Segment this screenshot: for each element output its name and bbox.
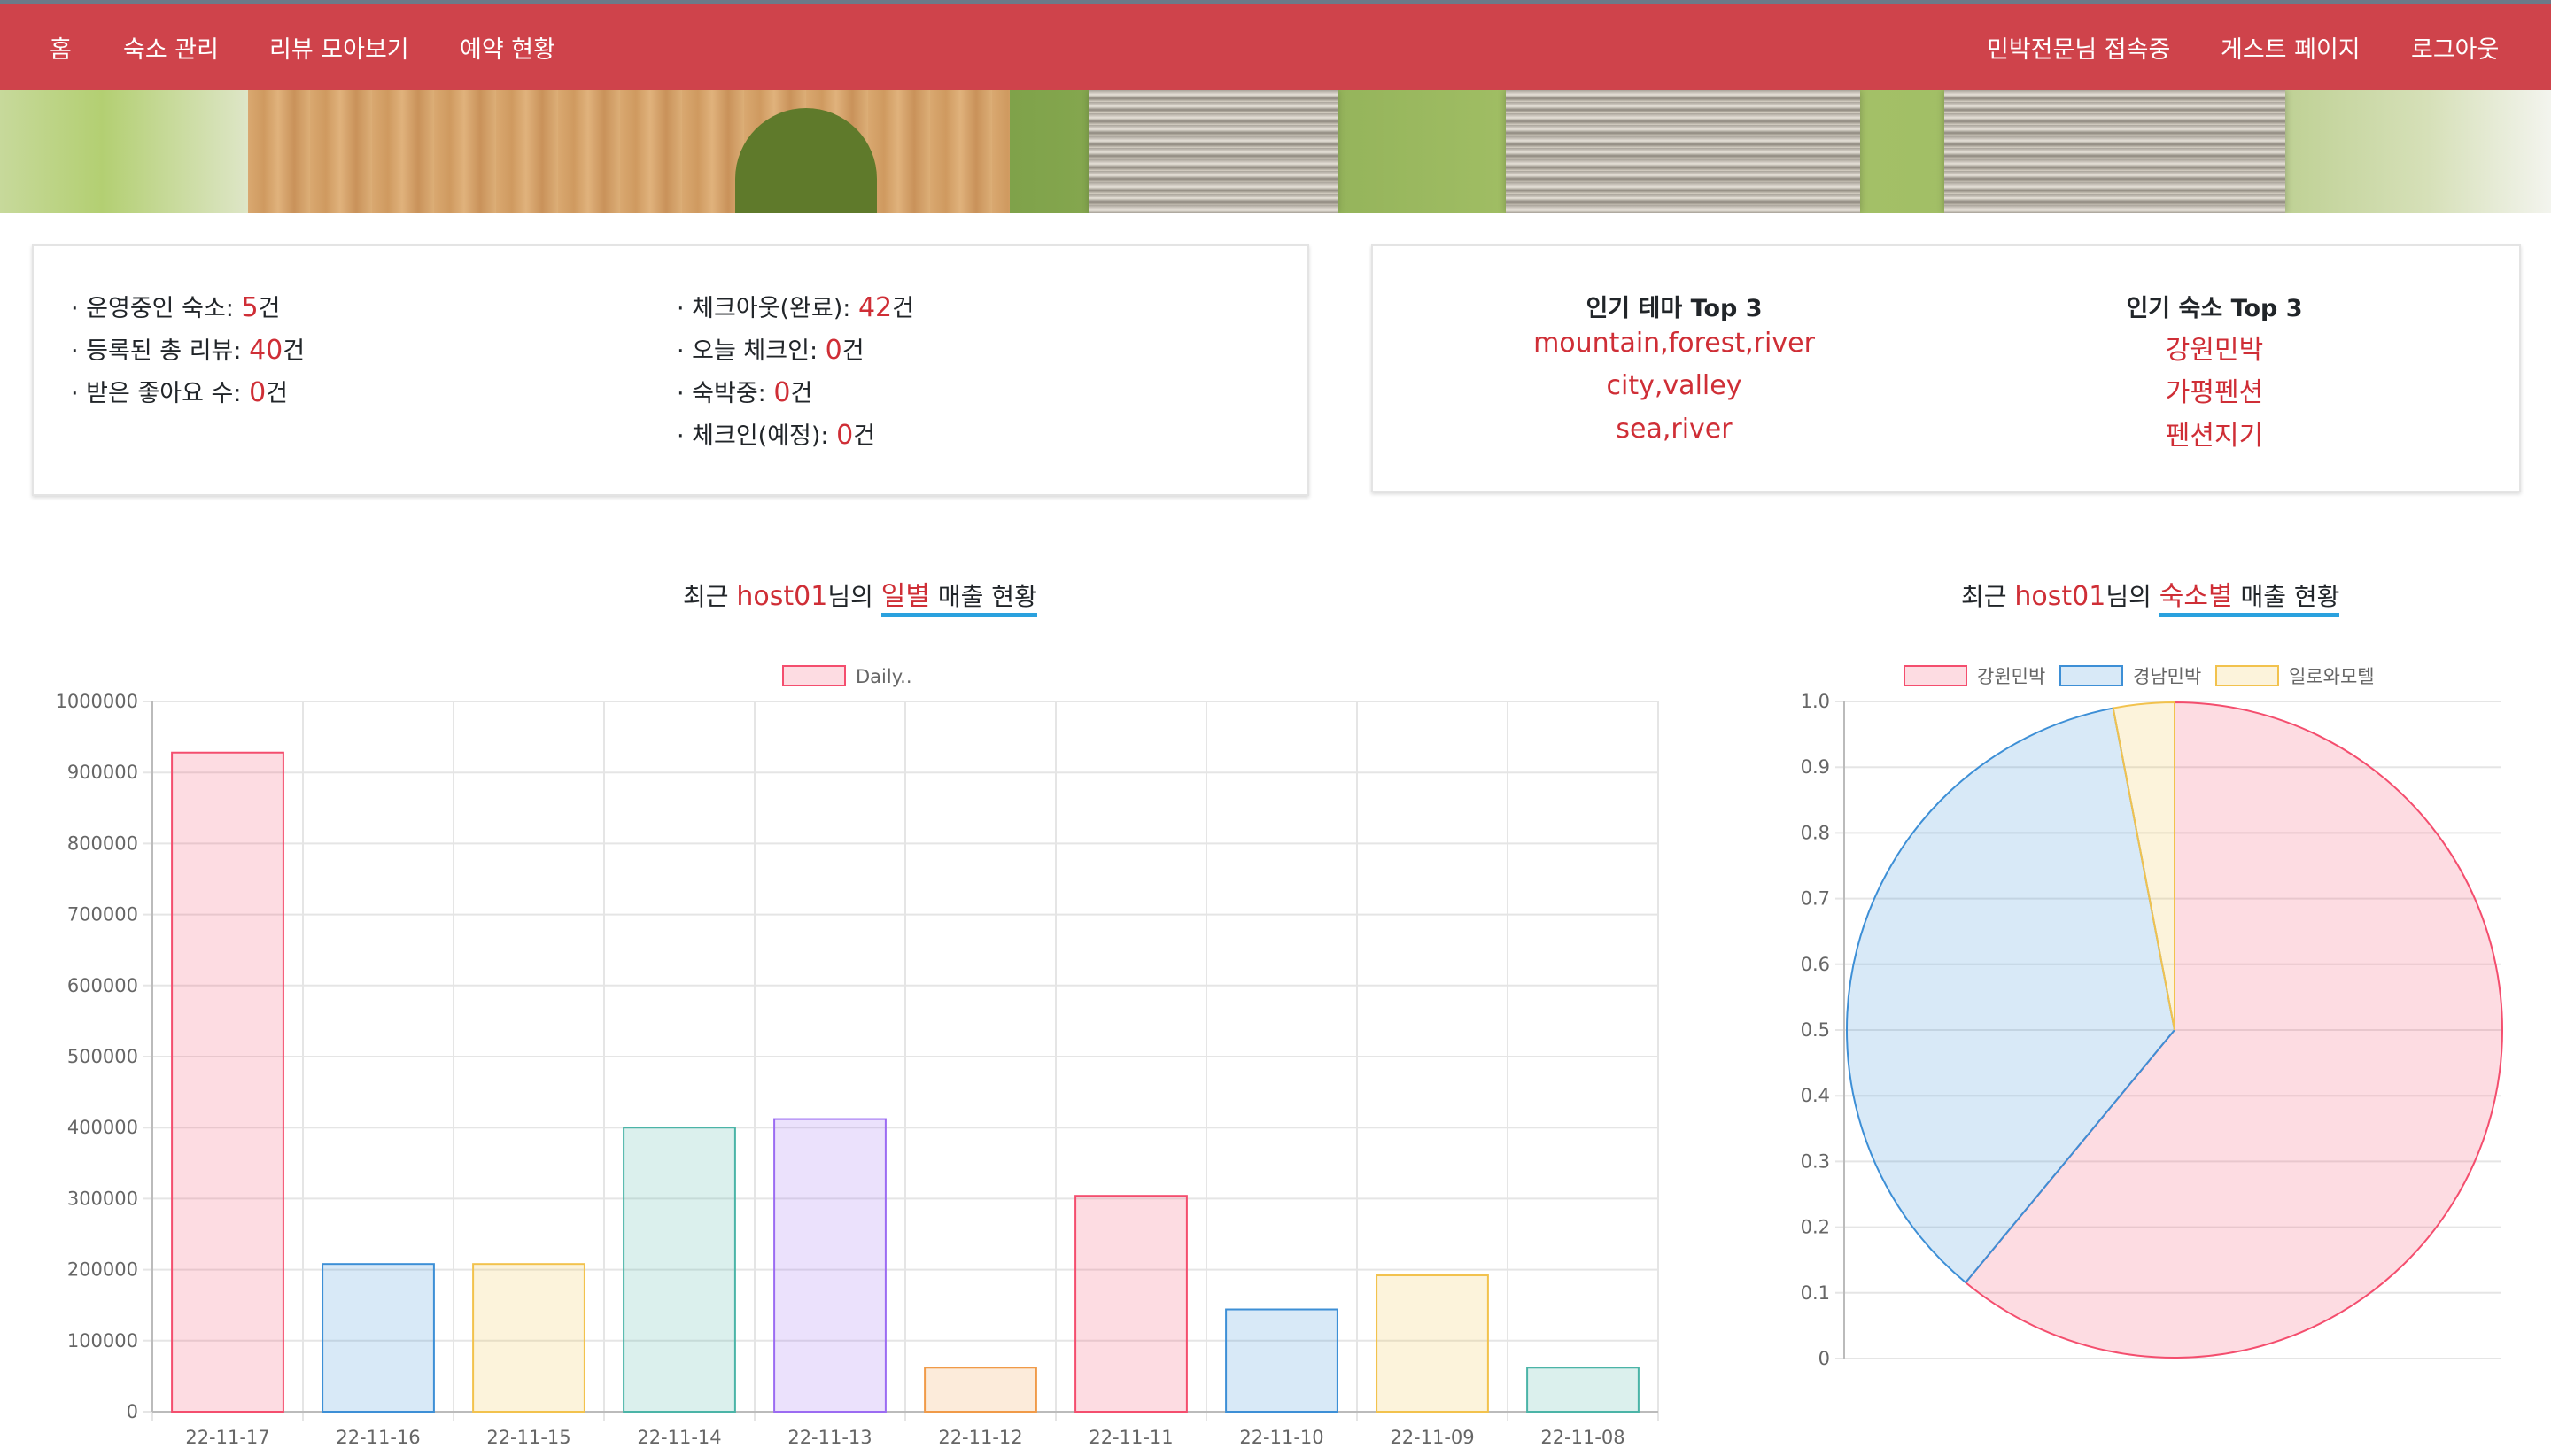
y-tick-label: 0.6 xyxy=(1801,954,1830,975)
legend-swatch xyxy=(1904,665,1967,686)
lodging-chart-title: 최근 host01님의 숙소별 매출 현황 xyxy=(1961,574,2340,617)
y-tick-label: 1000000 xyxy=(55,691,138,712)
y-tick-label: 0.8 xyxy=(1801,822,1830,843)
x-tick-label: 22-11-11 xyxy=(1089,1427,1173,1448)
bar xyxy=(773,1118,887,1413)
legend-label: 경남민박 xyxy=(2133,666,2201,687)
nav-user-status: 민박전문님 접속중 xyxy=(1987,36,2171,64)
y-tick-label: 900000 xyxy=(67,762,138,783)
nav-reservations[interactable]: 예약 현황 xyxy=(460,30,555,65)
top-theme-item: city,valley xyxy=(1606,370,1742,401)
x-tick-label: 22-11-15 xyxy=(486,1427,570,1448)
nav-home[interactable]: 홈 xyxy=(50,30,72,65)
legend-swatch xyxy=(2215,665,2279,686)
nav-guest-page[interactable]: 게스트 페이지 xyxy=(2221,30,2361,65)
nav-lodging-management[interactable]: 숙소 관리 xyxy=(123,30,219,65)
y-tick-label: 700000 xyxy=(67,904,138,925)
top-theme-item: mountain,forest,river xyxy=(1533,328,1815,359)
y-tick-label: 0.7 xyxy=(1801,888,1830,910)
legend-label: 일로와모텔 xyxy=(2289,666,2375,687)
y-tick-label: 0.3 xyxy=(1801,1150,1830,1172)
stat-checkout-done: · 체크아웃(완료): 42건 xyxy=(677,292,914,323)
stat-reviews: · 등록된 총 리뷰: 40건 xyxy=(71,335,306,366)
top-lodging-item: 가평펜션 xyxy=(2165,377,2264,408)
y-tick-label: 1.0 xyxy=(1801,691,1830,712)
y-tick-label: 400000 xyxy=(67,1117,138,1138)
banner-coin-stack xyxy=(1506,90,1860,213)
x-tick-label: 22-11-14 xyxy=(637,1427,721,1448)
top-lodging-title: 인기 숙소 Top 3 xyxy=(2126,295,2303,322)
bar xyxy=(322,1263,435,1413)
y-tick-label: 500000 xyxy=(67,1046,138,1067)
legend-swatch xyxy=(782,665,846,686)
top-theme-item: sea,river xyxy=(1616,414,1733,445)
x-tick-label: 22-11-17 xyxy=(185,1427,269,1448)
x-tick-label: 22-11-08 xyxy=(1540,1427,1624,1448)
stat-staying: · 숙박중: 0건 xyxy=(677,377,813,408)
y-tick-label: 0.2 xyxy=(1801,1217,1830,1238)
y-tick-label: 0.5 xyxy=(1801,1019,1830,1041)
y-tick-label: 800000 xyxy=(67,833,138,854)
bar xyxy=(1225,1308,1338,1413)
top-theme-title: 인기 테마 Top 3 xyxy=(1586,295,1763,322)
bar xyxy=(1074,1195,1188,1413)
daily-sales-bar-chart: 0 100000 200000 300000 400000 500000 600000 700… xyxy=(55,665,1659,1448)
stat-likes: · 받은 좋아요 수: 0건 xyxy=(71,377,288,408)
bar xyxy=(171,751,284,1413)
top-lodging-item: 펜션지기 xyxy=(2165,421,2264,452)
bar xyxy=(472,1263,585,1413)
legend-label: Daily.. xyxy=(856,666,912,687)
bar xyxy=(1376,1274,1489,1413)
x-tick-label: 22-11-09 xyxy=(1390,1427,1474,1448)
legend-swatch xyxy=(2059,665,2123,686)
top-lodging-item: 강원민박 xyxy=(2165,335,2264,366)
stat-today-checkin: · 오늘 체크인: 0건 xyxy=(677,335,865,366)
x-tick-label: 22-11-13 xyxy=(787,1427,872,1448)
y-tick-label: 0.4 xyxy=(1801,1085,1830,1106)
top3-card xyxy=(1371,244,2521,492)
nav-reviews[interactable]: 리뷰 모아보기 xyxy=(269,30,409,65)
x-tick-label: 22-11-16 xyxy=(336,1427,420,1448)
y-tick-label: 200000 xyxy=(67,1259,138,1281)
banner-coin-stack xyxy=(1089,90,1338,213)
y-tick-label: 0 xyxy=(1818,1348,1830,1369)
stats-card xyxy=(32,244,1309,496)
y-tick-label: 0.9 xyxy=(1801,756,1830,778)
bar xyxy=(924,1367,1037,1413)
y-tick-label: 0.1 xyxy=(1801,1282,1830,1304)
stat-checkin-scheduled: · 체크인(예정): 0건 xyxy=(677,420,876,451)
banner-wood xyxy=(248,90,1010,213)
y-tick-label: 300000 xyxy=(67,1188,138,1209)
bar xyxy=(1526,1367,1640,1413)
x-tick-label: 22-11-12 xyxy=(938,1427,1022,1448)
y-tick-label: 100000 xyxy=(67,1330,138,1351)
stat-lodgings: · 운영중인 숙소: 5건 xyxy=(71,292,281,323)
y-tick-label: 0 xyxy=(127,1401,138,1422)
legend-label: 강원민박 xyxy=(1977,666,2045,687)
nav-logout[interactable]: 로그아웃 xyxy=(2411,30,2499,65)
navbar: 홈 숙소 관리 리뷰 모아보기 예약 현황 민박전문님 접속중 게스트 페이지 … xyxy=(0,4,2551,90)
x-tick-label: 22-11-10 xyxy=(1239,1427,1323,1448)
banner-coin-stack xyxy=(1944,90,2285,213)
y-tick-label: 600000 xyxy=(67,975,138,996)
banner-image xyxy=(0,90,2551,213)
lodging-sales-pie-chart: 0 0.1 0.2 0.3 0.4 0.5 0.6 0.7 0.8 0.9 1.0 강원민박 경남민박 일… xyxy=(1801,665,2503,1369)
daily-chart-title: 최근 host01님의 일별 매출 현황 xyxy=(683,574,1037,617)
bar xyxy=(623,1127,736,1413)
